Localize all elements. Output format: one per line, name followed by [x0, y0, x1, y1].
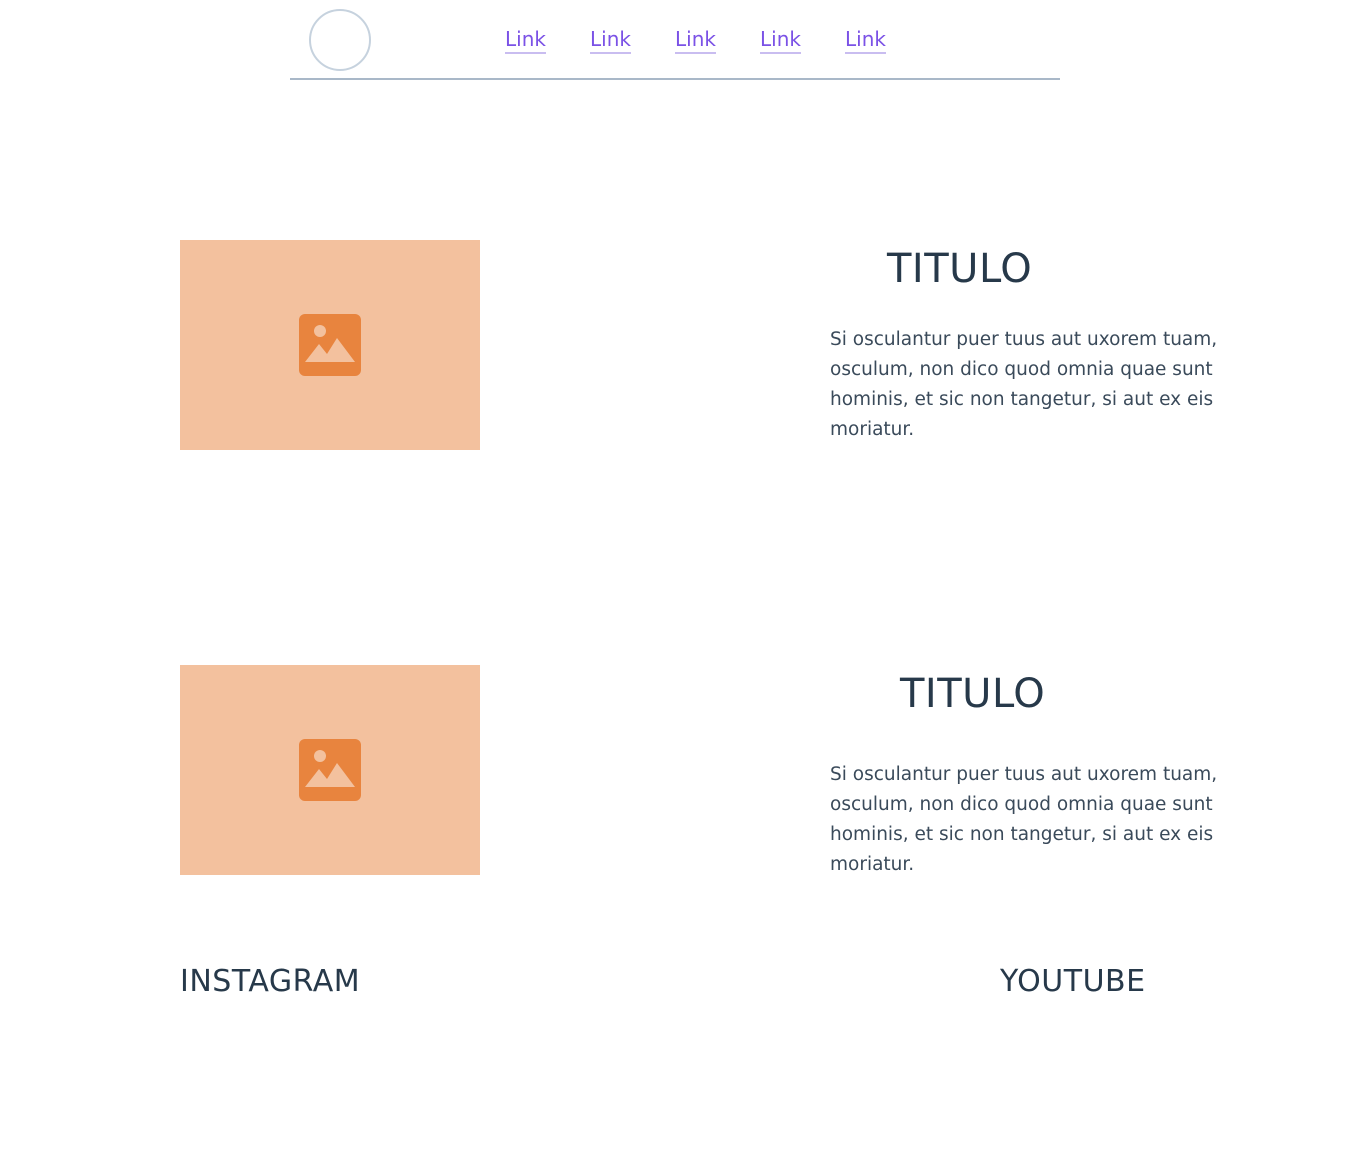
logo-circle[interactable]	[309, 9, 371, 71]
nav-link-4[interactable]: Link	[760, 26, 845, 54]
section-2-body: Si osculantur puer tuus aut uxorem tuam,…	[830, 764, 1218, 875]
youtube-link[interactable]: YOUTUBE	[1000, 962, 1146, 1002]
nav-link-5[interactable]: Link	[845, 26, 930, 54]
nav-link-1-label: Link	[505, 27, 546, 54]
page: Link Link Link Link Link TITULO Si oscul…	[0, 0, 1350, 1155]
nav-link-2[interactable]: Link	[590, 26, 675, 54]
section-1-body: Si osculantur puer tuus aut uxorem tuam,…	[830, 329, 1218, 440]
site-header: Link Link Link Link Link	[290, 0, 1060, 80]
instagram-link[interactable]: INSTAGRAM	[180, 962, 360, 1002]
section-2-image	[180, 665, 480, 875]
image-icon	[299, 739, 361, 801]
section-2-title: TITULO	[900, 671, 1046, 717]
section-1-image	[180, 240, 480, 450]
nav-link-2-label: Link	[590, 27, 631, 54]
nav-link-3-label: Link	[675, 27, 716, 54]
nav-link-1[interactable]: Link	[505, 26, 590, 54]
nav-link-4-label: Link	[760, 27, 801, 54]
main-nav: Link Link Link Link Link	[505, 26, 930, 54]
nav-link-3[interactable]: Link	[675, 26, 760, 54]
image-icon	[299, 314, 361, 376]
section-1-title: TITULO	[887, 246, 1033, 292]
nav-link-5-label: Link	[845, 27, 886, 54]
